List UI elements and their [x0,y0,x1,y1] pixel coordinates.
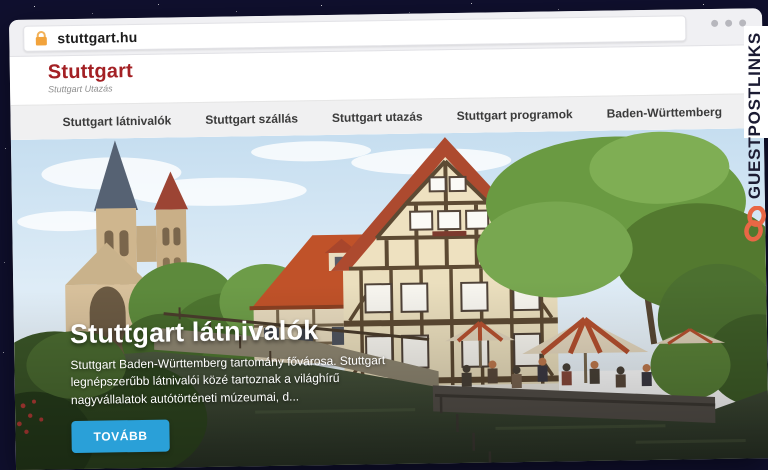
window-dot [725,20,732,27]
url-text: stuttgart.hu [57,29,137,46]
starfield-background [0,0,1,1]
watermark-branding: GUESTPOSTLINKS [743,32,767,242]
address-bar[interactable]: stuttgart.hu [23,15,686,51]
hero-heading: Stuttgart látnivalók [70,314,415,350]
nav-item-utazas[interactable]: Stuttgart utazás [332,110,423,125]
window-dot [711,20,718,27]
tovabb-button[interactable]: TOVÁBB [71,420,170,454]
lock-icon [34,30,48,46]
window-control-dots[interactable] [711,19,746,27]
hero-description: Stuttgart Baden-Württemberg tartomány fő… [70,352,416,410]
watermark-brand-text: GUESTPOSTLINKS [745,32,765,199]
hero-overlay: Stuttgart látnivalók Stuttgart Baden-Wür… [70,314,417,454]
chain-link-icon [743,206,767,242]
nav-item-baden-wurttemberg[interactable]: Baden-Württemberg [607,105,723,121]
nav-item-latnivalok[interactable]: Stuttgart látnivalók [63,113,172,129]
nav-item-programok[interactable]: Stuttgart programok [457,107,573,123]
hero-section: Stuttgart látnivalók Stuttgart Baden-Wür… [11,128,768,470]
nav-item-szallas[interactable]: Stuttgart szállás [205,111,298,126]
browser-window: stuttgart.hu Stuttgart Stuttgart Utazás … [9,8,768,470]
